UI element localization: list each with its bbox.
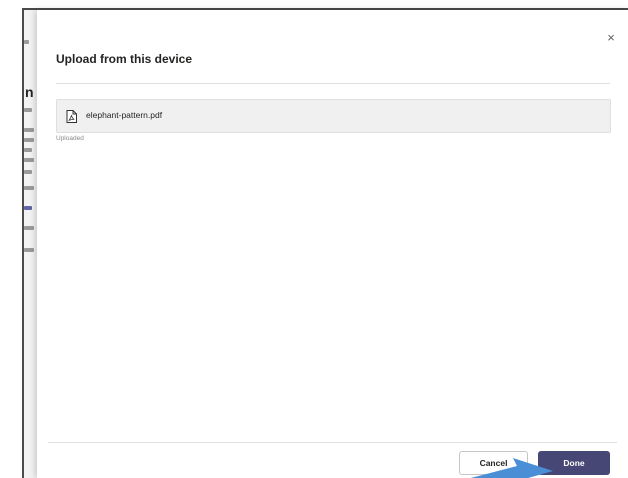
background-text-fragment [24,40,29,44]
title-divider [56,83,610,84]
background-heading-fragment: n [25,84,34,100]
pointer-arrow-icon [470,458,553,478]
pdf-file-icon [66,110,77,123]
background-text-fragment [24,226,34,230]
file-name: elephant-pattern.pdf [86,110,163,120]
close-icon[interactable]: × [603,30,619,46]
background-text-fragment [24,186,34,190]
upload-dialog: × Upload from this device elephant-patte… [37,10,628,478]
dialog-title: Upload from this device [56,52,193,66]
background-link-fragment [24,206,32,210]
background-text-fragment [24,128,34,132]
background-text-fragment [24,170,32,174]
background-text-fragment [24,148,32,152]
background-page: n [24,10,38,478]
footer-divider [48,442,617,443]
background-text-fragment [24,248,34,252]
background-text-fragment [24,138,34,142]
upload-status: Uploaded [56,135,84,142]
background-text-fragment [24,158,34,162]
uploaded-file-item[interactable]: elephant-pattern.pdf [56,99,611,133]
background-text-fragment [24,108,32,112]
